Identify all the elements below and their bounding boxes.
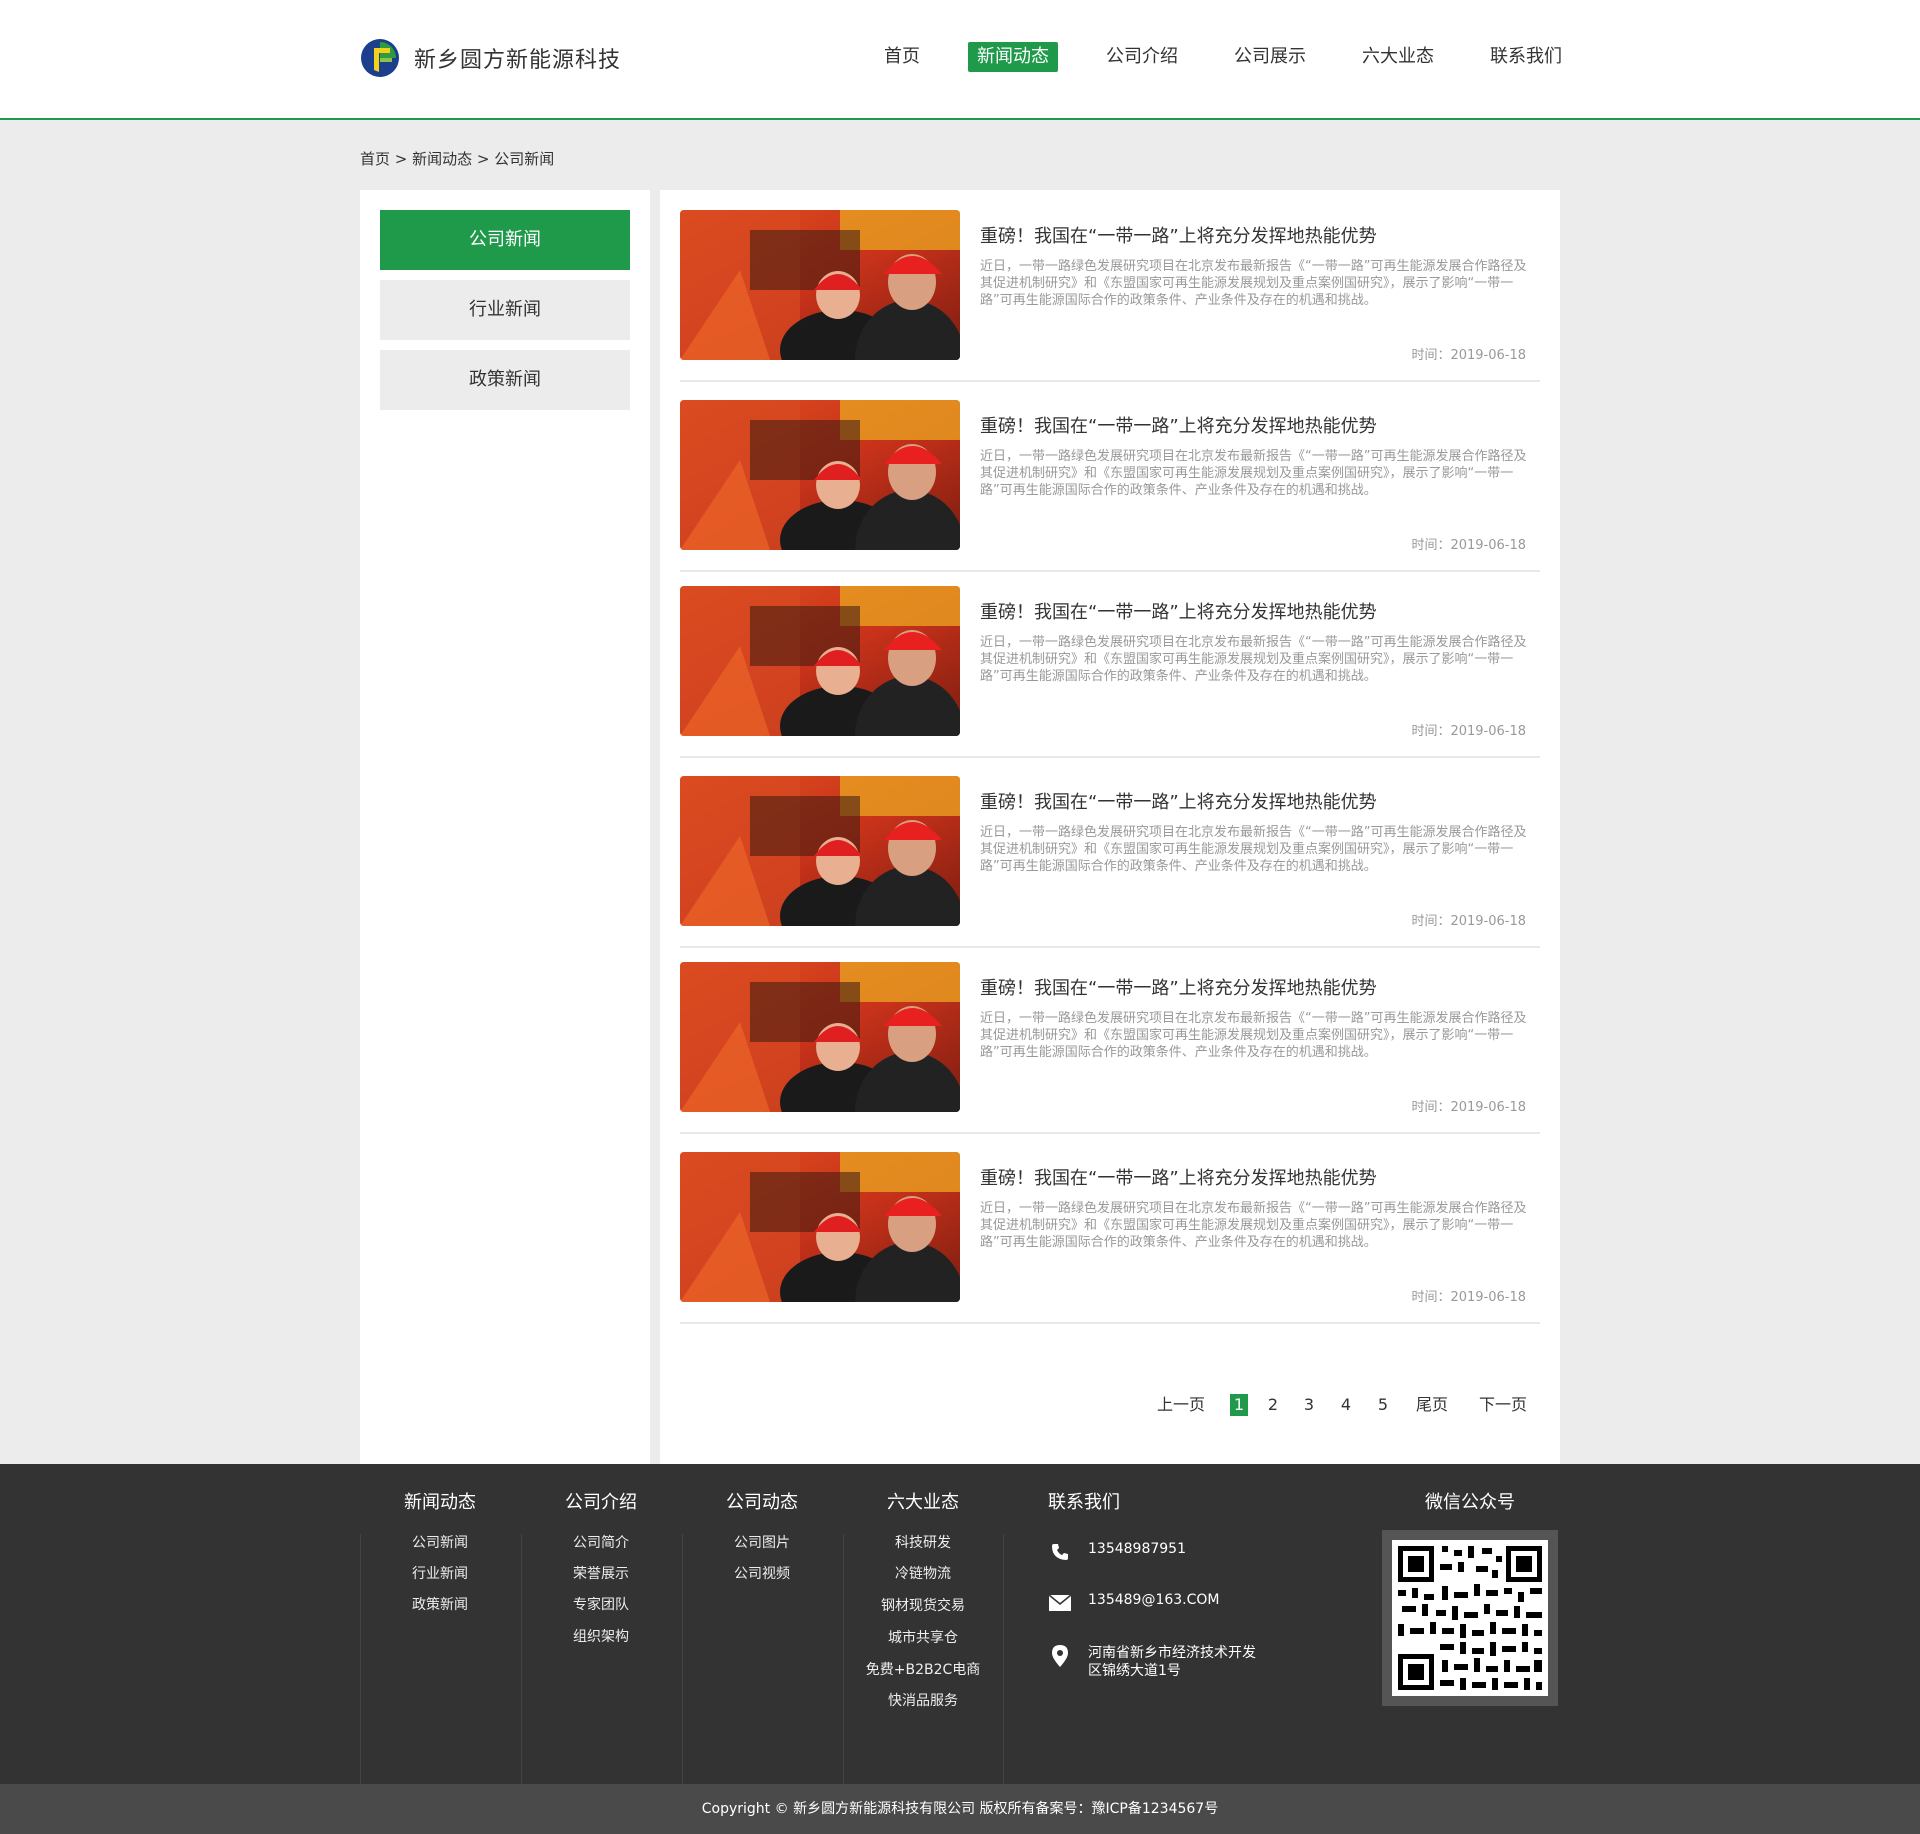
- qr-code-icon: [1398, 1546, 1542, 1690]
- page-5-button[interactable]: 5: [1376, 1394, 1390, 1416]
- last-page-button[interactable]: 尾页: [1414, 1394, 1450, 1416]
- page-3-button[interactable]: 3: [1302, 1394, 1316, 1416]
- news-date: 时间：2019-06-18: [1411, 1100, 1526, 1115]
- news-title[interactable]: 重磅！我国在“一带一路”上将充分发挥地热能优势: [980, 412, 1377, 438]
- footer-link[interactable]: 冷链物流: [843, 1563, 1003, 1583]
- address-text: 河南省新乡市经济技术开发 区锦绣大道1号: [1088, 1644, 1256, 1680]
- news-thumbnail[interactable]: [680, 1152, 960, 1302]
- footer-link[interactable]: 政策新闻: [360, 1594, 520, 1614]
- next-page-button[interactable]: 下一页: [1476, 1394, 1530, 1416]
- footer-link[interactable]: 免费+B2B2C电商: [843, 1659, 1003, 1679]
- footer-col-news: 新闻动态 公司新闻 行业新闻 政策新闻: [360, 1464, 520, 1784]
- prev-page-button[interactable]: 上一页: [1154, 1394, 1208, 1416]
- contact-email: 135489@163.COM: [1048, 1591, 1220, 1615]
- site-footer: 新闻动态 公司新闻 行业新闻 政策新闻 公司介绍 公司简介 荣誉展示 专家团队 …: [0, 1464, 1920, 1784]
- mail-icon: [1048, 1591, 1072, 1615]
- nav-news[interactable]: 新闻动态: [968, 42, 1058, 72]
- nav-contact[interactable]: 联系我们: [1488, 42, 1564, 72]
- news-thumbnail[interactable]: [680, 210, 960, 360]
- news-item[interactable]: 重磅！我国在“一带一路”上将充分发挥地热能优势 近日，一带一路绿色发展研究项目在…: [680, 210, 1540, 382]
- footer-col-title[interactable]: 公司介绍: [521, 1488, 681, 1514]
- page-1-button[interactable]: 1: [1230, 1394, 1248, 1416]
- footer-link[interactable]: 行业新闻: [360, 1563, 520, 1583]
- footer-link[interactable]: 专家团队: [521, 1594, 681, 1614]
- footer-link[interactable]: 公司视频: [682, 1563, 842, 1583]
- phone-icon: [1048, 1540, 1072, 1564]
- site-header: 新乡圆方新能源科技 首页 新闻动态 公司介绍 公司展示 六大业态 联系我们: [0, 0, 1920, 120]
- news-item[interactable]: 重磅！我国在“一带一路”上将充分发挥地热能优势 近日，一带一路绿色发展研究项目在…: [680, 962, 1540, 1134]
- phone-number[interactable]: 13548987951: [1088, 1540, 1186, 1558]
- news-thumbnail[interactable]: [680, 776, 960, 926]
- wechat-qr-code: [1382, 1530, 1558, 1706]
- news-summary: 近日，一带一路绿色发展研究项目在北京发布最新报告《“一带一路”可再生能源发展合作…: [980, 1011, 1527, 1060]
- news-thumbnail[interactable]: [680, 586, 960, 736]
- location-pin-icon: [1048, 1644, 1072, 1668]
- footer-col-updates: 公司动态 公司图片 公司视频: [682, 1464, 842, 1784]
- page-2-button[interactable]: 2: [1266, 1394, 1280, 1416]
- footer-link[interactable]: 组织架构: [521, 1626, 681, 1646]
- footer-link[interactable]: 荣誉展示: [521, 1563, 681, 1583]
- news-date: 时间：2019-06-18: [1411, 1290, 1526, 1305]
- news-summary: 近日，一带一路绿色发展研究项目在北京发布最新报告《“一带一路”可再生能源发展合作…: [980, 635, 1527, 684]
- news-date: 时间：2019-06-18: [1411, 538, 1526, 553]
- breadcrumb[interactable]: 首页 > 新闻动态 > 公司新闻: [360, 148, 554, 169]
- footer-link[interactable]: 公司图片: [682, 1532, 842, 1552]
- news-title[interactable]: 重磅！我国在“一带一路”上将充分发挥地热能优势: [980, 222, 1377, 248]
- news-item[interactable]: 重磅！我国在“一带一路”上将充分发挥地热能优势 近日，一带一路绿色发展研究项目在…: [680, 586, 1540, 758]
- sidebar: 公司新闻 行业新闻 政策新闻: [360, 190, 650, 1464]
- news-item[interactable]: 重磅！我国在“一带一路”上将充分发挥地热能优势 近日，一带一路绿色发展研究项目在…: [680, 400, 1540, 572]
- news-summary: 近日，一带一路绿色发展研究项目在北京发布最新报告《“一带一路”可再生能源发展合作…: [980, 1201, 1527, 1250]
- sidebar-item-company-news[interactable]: 公司新闻: [380, 210, 630, 270]
- footer-link[interactable]: 快消品服务: [843, 1690, 1003, 1710]
- news-item[interactable]: 重磅！我国在“一带一路”上将充分发挥地热能优势 近日，一带一路绿色发展研究项目在…: [680, 1152, 1540, 1324]
- page-4-button[interactable]: 4: [1339, 1394, 1353, 1416]
- news-date: 时间：2019-06-18: [1411, 724, 1526, 739]
- sidebar-item-industry-news[interactable]: 行业新闻: [380, 280, 630, 340]
- pagination: 上一页 1 2 3 4 5 尾页 下一页: [660, 1394, 1560, 1418]
- contact-title[interactable]: 联系我们: [1048, 1488, 1120, 1514]
- sidebar-item-policy-news[interactable]: 政策新闻: [380, 350, 630, 410]
- news-title[interactable]: 重磅！我国在“一带一路”上将充分发挥地热能优势: [980, 788, 1377, 814]
- news-summary: 近日，一带一路绿色发展研究项目在北京发布最新报告《“一带一路”可再生能源发展合作…: [980, 259, 1527, 308]
- footer-col-business: 六大业态 科技研发 冷链物流 钢材现货交易 城市共享仓 免费+B2B2C电商 快…: [843, 1464, 1004, 1784]
- contact-phone: 13548987951: [1048, 1540, 1186, 1564]
- news-title[interactable]: 重磅！我国在“一带一路”上将充分发挥地热能优势: [980, 1164, 1377, 1190]
- footer-col-about: 公司介绍 公司简介 荣誉展示 专家团队 组织架构: [521, 1464, 681, 1784]
- news-date: 时间：2019-06-18: [1411, 914, 1526, 929]
- footer-link[interactable]: 公司简介: [521, 1532, 681, 1552]
- news-title[interactable]: 重磅！我国在“一带一路”上将充分发挥地热能优势: [980, 974, 1377, 1000]
- copyright: Copyright © 新乡圆方新能源科技有限公司 版权所有备案号：豫ICP备1…: [0, 1784, 1920, 1834]
- footer-col-title[interactable]: 六大业态: [843, 1488, 1003, 1514]
- footer-link[interactable]: 科技研发: [843, 1532, 1003, 1552]
- news-date: 时间：2019-06-18: [1411, 348, 1526, 363]
- footer-link[interactable]: 公司新闻: [360, 1532, 520, 1552]
- nav-business[interactable]: 六大业态: [1360, 42, 1436, 72]
- footer-col-title[interactable]: 新闻动态: [360, 1488, 520, 1514]
- news-thumbnail[interactable]: [680, 962, 960, 1112]
- news-item[interactable]: 重磅！我国在“一带一路”上将充分发挥地热能优势 近日，一带一路绿色发展研究项目在…: [680, 776, 1540, 948]
- wechat-title: 微信公众号: [1425, 1492, 1515, 1513]
- footer-link[interactable]: 城市共享仓: [843, 1627, 1003, 1647]
- address-line: 河南省新乡市经济技术开发: [1088, 1645, 1256, 1661]
- news-thumbnail[interactable]: [680, 400, 960, 550]
- email-address[interactable]: 135489@163.COM: [1088, 1591, 1220, 1609]
- contact-address: 河南省新乡市经济技术开发 区锦绣大道1号: [1048, 1644, 1256, 1680]
- divider: [1003, 1534, 1004, 1784]
- news-summary: 近日，一带一路绿色发展研究项目在北京发布最新报告《“一带一路”可再生能源发展合作…: [980, 449, 1527, 498]
- nav-about[interactable]: 公司介绍: [1104, 42, 1180, 72]
- news-summary: 近日，一带一路绿色发展研究项目在北京发布最新报告《“一带一路”可再生能源发展合作…: [980, 825, 1527, 874]
- nav-home[interactable]: 首页: [880, 42, 924, 72]
- news-list: 重磅！我国在“一带一路”上将充分发挥地热能优势 近日，一带一路绿色发展研究项目在…: [660, 190, 1560, 1464]
- footer-link[interactable]: 钢材现货交易: [843, 1595, 1003, 1615]
- nav-showcase[interactable]: 公司展示: [1232, 42, 1308, 72]
- news-title[interactable]: 重磅！我国在“一带一路”上将充分发挥地热能优势: [980, 598, 1377, 624]
- main-nav: 首页 新闻动态 公司介绍 公司展示 六大业态 联系我们: [0, 42, 1920, 72]
- footer-col-title[interactable]: 公司动态: [682, 1488, 842, 1514]
- address-line: 区锦绣大道1号: [1088, 1663, 1181, 1679]
